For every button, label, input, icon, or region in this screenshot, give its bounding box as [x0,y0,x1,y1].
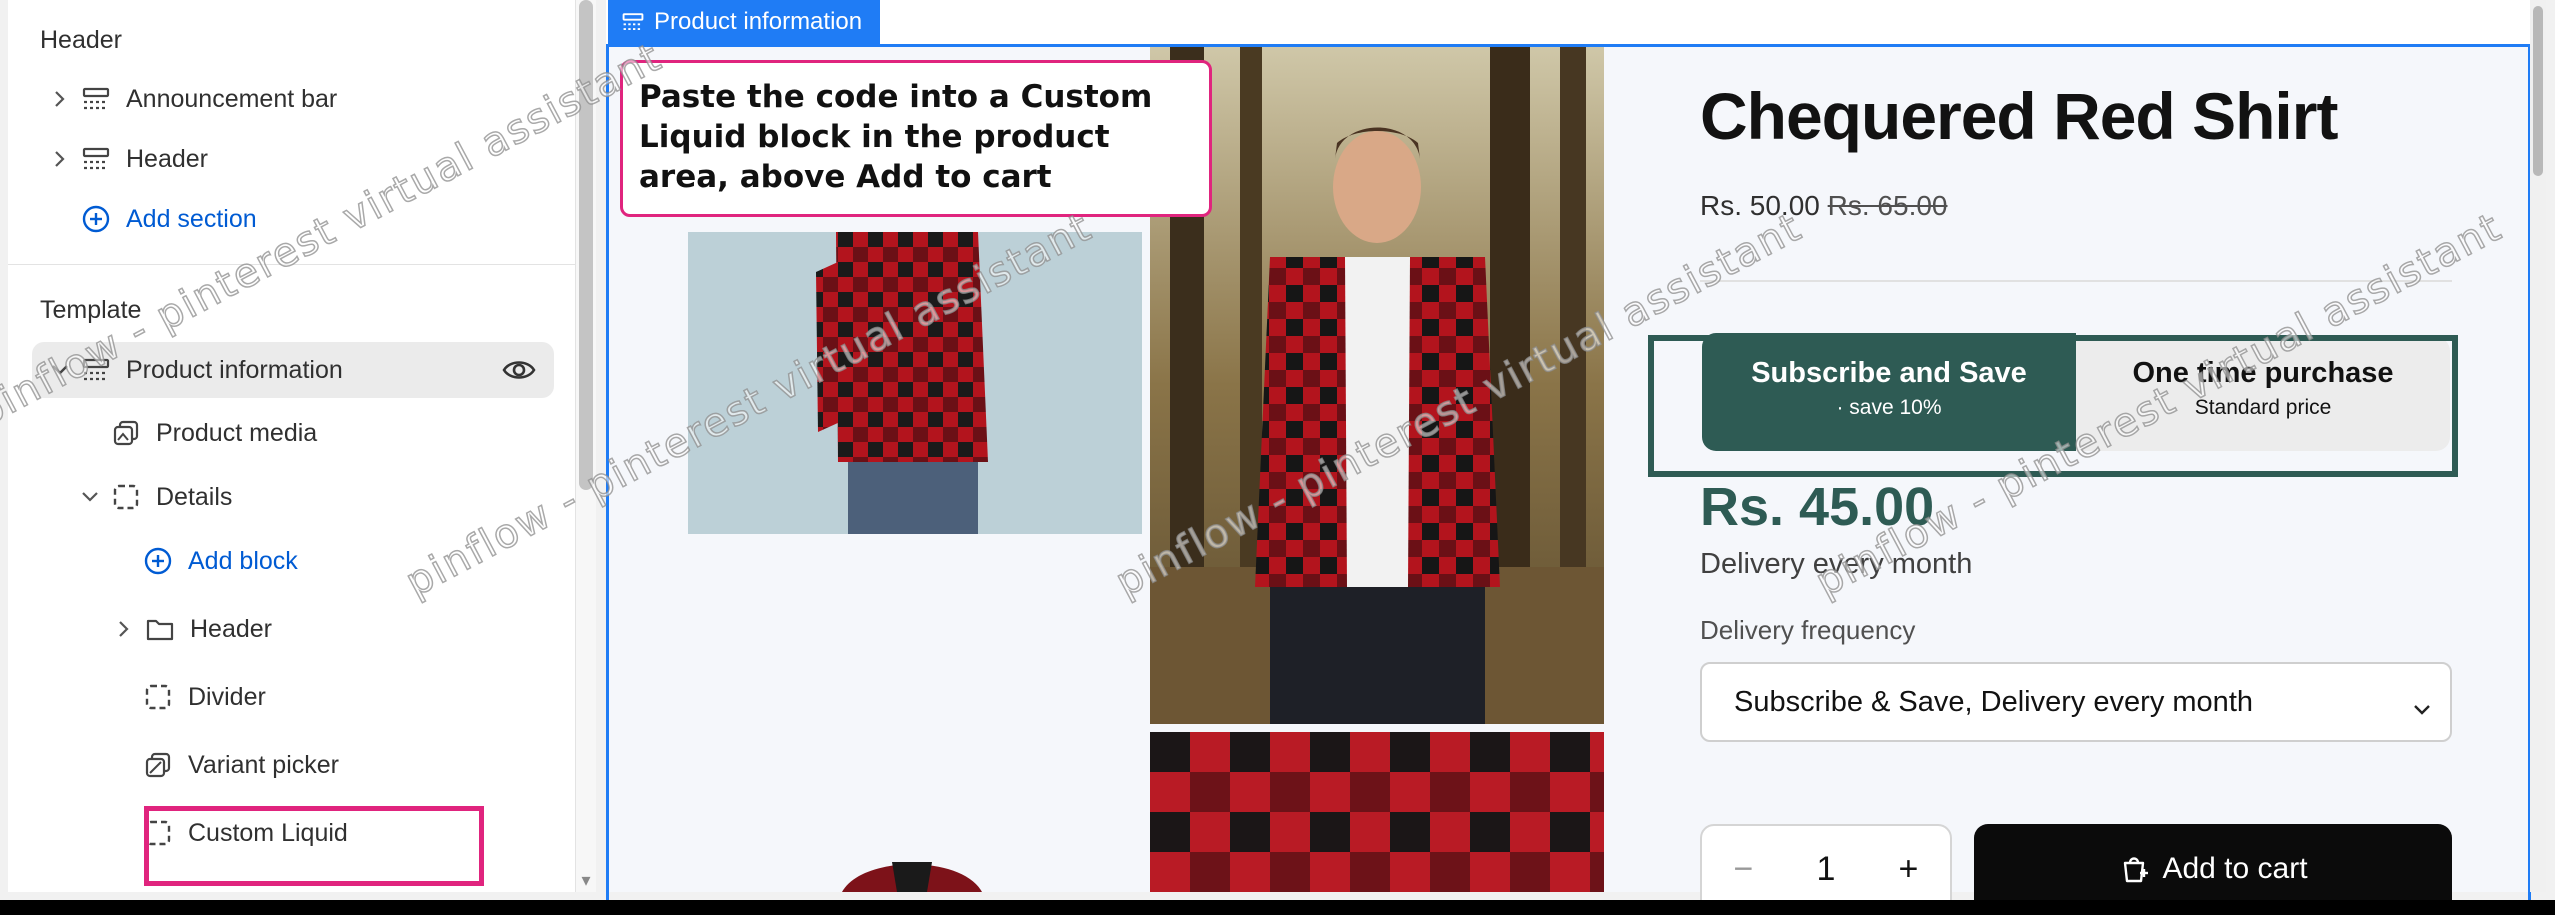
sidebar-block-variant-picker[interactable]: Variant picker [142,738,339,792]
subscription-widget-highlight [1648,335,2458,477]
product-image-thumbnail[interactable] [832,850,992,892]
delivery-frequency-select[interactable]: Subscribe & Save, Delivery every month [1700,662,2452,742]
decrease-quantity-button[interactable]: − [1734,850,1754,889]
sidebar-divider [8,264,575,265]
add-to-cart-button[interactable]: Add to cart [1974,824,2452,900]
plus-circle-icon [80,203,112,235]
template-group-title: Template [40,296,142,324]
section-tab-label: Product information [654,8,863,35]
sidebar-block-header[interactable]: Header [110,602,272,656]
theme-editor: Header Announcement bar Header Add secti… [0,0,2555,900]
sidebar-item-label: Divider [188,682,266,711]
chevron-down-icon [2412,692,2432,725]
chevron-right-icon[interactable] [46,145,74,173]
section-label-tab[interactable]: Product information [608,0,881,44]
sidebar-item-label: Announcement bar [126,84,338,113]
section-icon [80,83,112,115]
chevron-down-icon[interactable] [46,356,74,384]
delivery-text: Delivery every month [1700,548,1973,580]
variant-icon [142,749,174,781]
instruction-callout: Paste the code into a Custom Liquid bloc… [620,60,1212,217]
chevron-right-icon[interactable] [46,85,74,113]
sidebar-block-divider[interactable]: Divider [142,670,266,724]
sidebar-item-details[interactable]: Details [76,470,232,524]
preview-scrollbar-thumb[interactable] [2533,6,2543,176]
add-section-label: Add section [126,204,257,233]
product-title: Chequered Red Shirt [1700,79,2338,153]
price-divider [1700,280,2452,282]
custom-liquid-highlight [144,806,484,886]
media-icon [110,417,142,449]
sidebar-item-label: Product media [156,418,318,447]
section-icon [80,143,112,175]
chevron-down-icon[interactable] [76,483,104,511]
scroll-down-arrow-icon[interactable]: ▾ [577,870,595,890]
price-row: Rs. 50.00 Rs. 65.00 [1700,190,1948,222]
sidebar-item-product-information[interactable]: Product information [46,343,554,397]
header-group-title: Header [40,26,122,54]
sidebar-item-label: Variant picker [188,750,339,779]
section-icon [622,11,644,33]
sidebar-item-label: Details [156,482,233,511]
product-image-side[interactable] [688,232,1142,534]
increase-quantity-button[interactable]: + [1899,850,1919,889]
product-image-model[interactable] [1150,47,1604,724]
product-image-fabric[interactable] [1150,732,1604,892]
subscription-price: Rs. 45.00 [1700,477,1935,537]
sidebar-item-label: Header [190,614,272,643]
eye-icon[interactable] [502,355,536,392]
product-price: Rs. 50.00 [1700,190,1820,221]
add-block-label: Add block [188,546,298,575]
sidebar-item-announcement-bar[interactable]: Announcement bar [46,72,337,126]
sidebar-item-header[interactable]: Header [46,132,208,186]
quantity-stepper[interactable]: − 1 + [1700,824,1952,900]
compare-at-price: Rs. 65.00 [1827,190,1948,221]
sidebar: Header Announcement bar Header Add secti… [8,0,576,892]
delivery-frequency-value: Subscribe & Save, Delivery every month [1734,685,2253,718]
sidebar-item-label: Header [126,144,208,173]
folder-icon [144,613,176,645]
sidebar-item-label: Product information [126,355,343,384]
quantity-value[interactable]: 1 [1817,850,1836,889]
plus-circle-icon [142,545,174,577]
block-icon [142,681,174,713]
delivery-frequency-label: Delivery frequency [1700,615,1916,645]
block-icon [110,481,142,513]
chevron-right-icon[interactable] [110,615,138,643]
add-section-button[interactable]: Add section [80,192,257,246]
section-icon [80,354,112,386]
add-to-cart-label: Add to cart [2162,852,2308,885]
sidebar-scrollbar-thumb[interactable] [579,0,593,490]
sidebar-item-product-media[interactable]: Product media [110,406,317,460]
add-block-button[interactable]: Add block [142,534,298,588]
cart-icon [2118,853,2150,885]
